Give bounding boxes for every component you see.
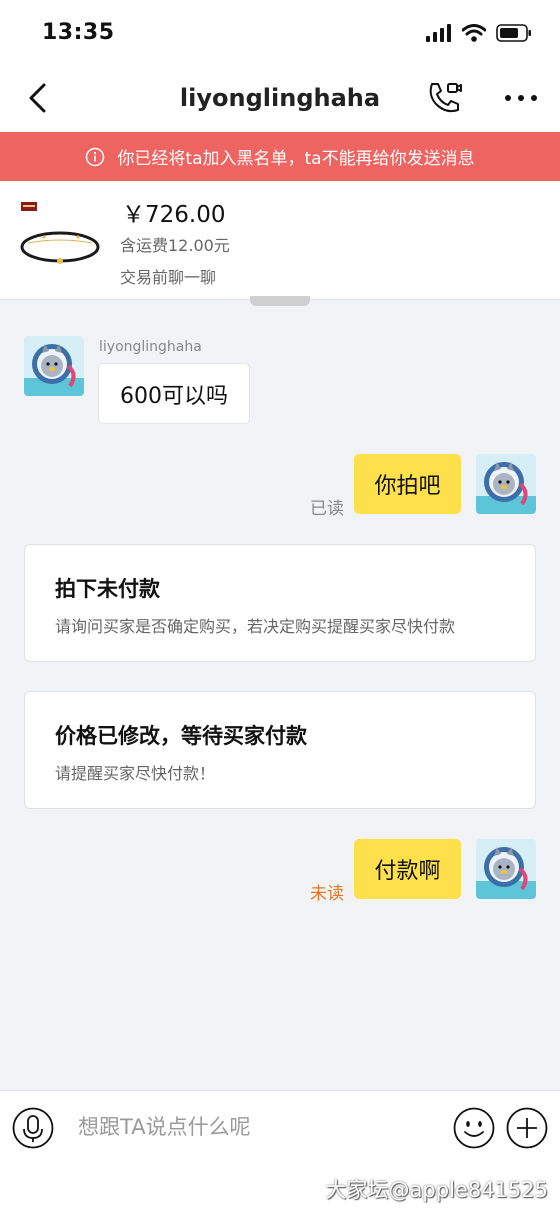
card-description: 请询问买家是否确定购买，若决定购买提醒买家尽快付款 [55, 617, 456, 636]
my-avatar[interactable] [476, 839, 536, 899]
unread-status: 未读 [310, 884, 344, 904]
chat-prompt: 交易前聊一聊 [120, 268, 217, 287]
status-bar: 13:35 [0, 0, 560, 66]
message-input[interactable]: 想跟TA说点什么呢 [78, 1111, 251, 1141]
watermark: 大家坛@apple841525 [325, 1178, 548, 1202]
card-description: 请提醒买家尽快付款！ [55, 764, 216, 783]
system-card-unpaid: 拍下未付款 请询问买家是否确定购买，若决定购买提醒买家尽快付款 [24, 544, 536, 662]
status-time: 13:35 [42, 20, 115, 45]
shipping-fee: 含运费12.00元 [120, 236, 230, 255]
emoji-icon[interactable] [453, 1107, 495, 1149]
banner-text: 你已经将ta加入黑名单，ta不能再给你发送消息 [117, 149, 475, 169]
nav-bar: liyonglinghaha [0, 66, 560, 132]
message-bubble-sent[interactable]: 你拍吧 [354, 454, 461, 514]
chat-title: liyonglinghaha [179, 84, 381, 112]
sender-name: liyonglinghaha [99, 339, 202, 355]
plus-icon[interactable] [506, 1107, 548, 1149]
signal-icon [426, 24, 451, 42]
wifi-icon [462, 24, 486, 42]
blacklist-banner: 你已经将ta加入黑名单，ta不能再给你发送消息 [0, 132, 560, 181]
avatar[interactable] [24, 336, 84, 396]
system-card-price-changed: 价格已修改，等待买家付款 请提醒买家尽快付款！ [24, 691, 536, 809]
status-icons [426, 24, 532, 42]
info-icon [86, 147, 105, 166]
product-price: ￥726.00 [122, 202, 226, 228]
my-avatar[interactable] [476, 454, 536, 514]
more-icon[interactable] [503, 84, 539, 112]
mic-icon[interactable] [12, 1107, 54, 1149]
product-image[interactable] [18, 199, 102, 283]
phone-icon[interactable] [424, 78, 464, 118]
message-bubble-received[interactable]: 600可以吗 [98, 363, 250, 424]
product-card[interactable]: ￥726.00 含运费12.00元 交易前聊一聊 [0, 181, 560, 300]
message-bubble-sent[interactable]: 付款啊 [354, 839, 461, 899]
card-title: 拍下未付款 [55, 577, 160, 601]
battery-icon [496, 24, 531, 42]
input-bar: 想跟TA说点什么呢 [0, 1090, 560, 1163]
read-status: 已读 [310, 499, 344, 519]
card-title: 价格已修改，等待买家付款 [55, 724, 307, 748]
collapse-handle[interactable] [250, 296, 310, 306]
